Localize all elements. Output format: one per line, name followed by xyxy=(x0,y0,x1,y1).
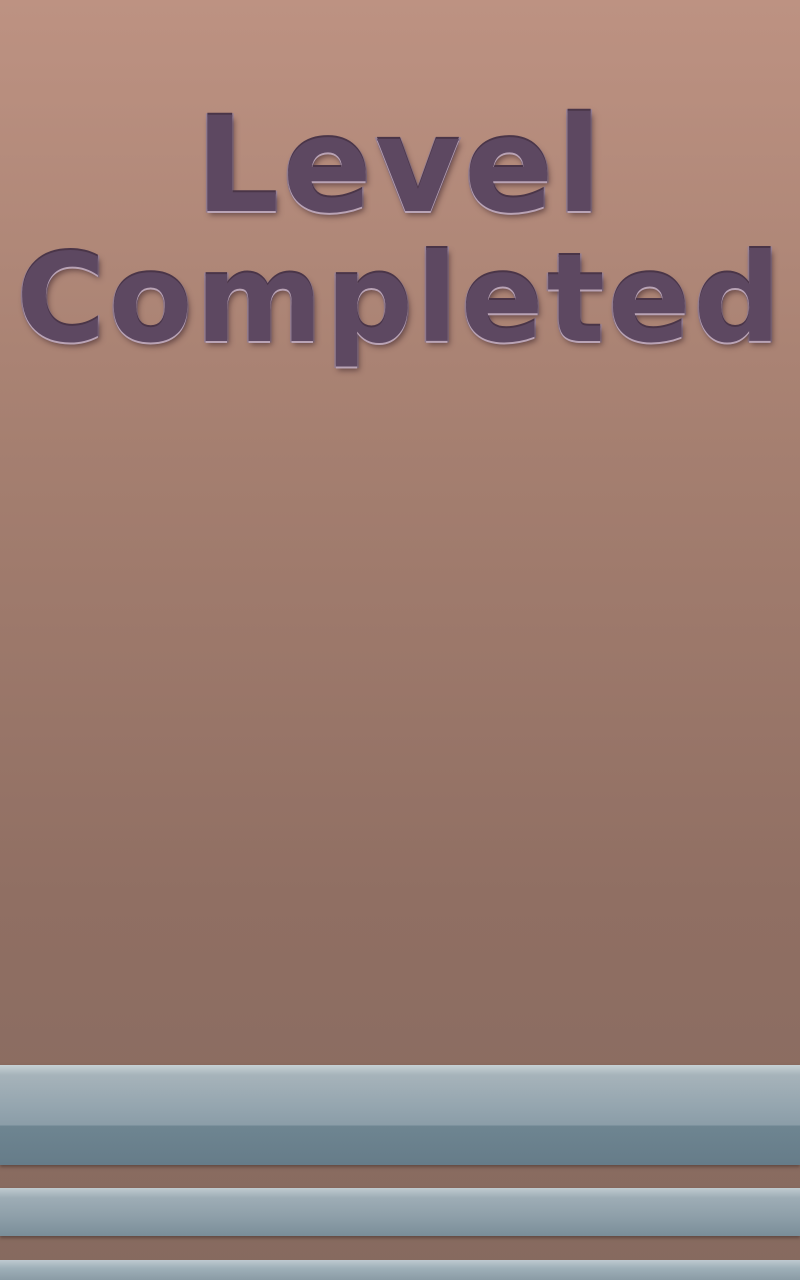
bottom-panel-bar-1[interactable] xyxy=(0,1065,800,1165)
bottom-panel-bar-3[interactable] xyxy=(0,1260,800,1280)
title-completed: Completed xyxy=(15,228,784,370)
bottom-panel-bar-2[interactable] xyxy=(0,1188,800,1236)
title-level: Level xyxy=(194,89,605,243)
level-completed-screen: Level Completed xyxy=(0,0,800,1280)
